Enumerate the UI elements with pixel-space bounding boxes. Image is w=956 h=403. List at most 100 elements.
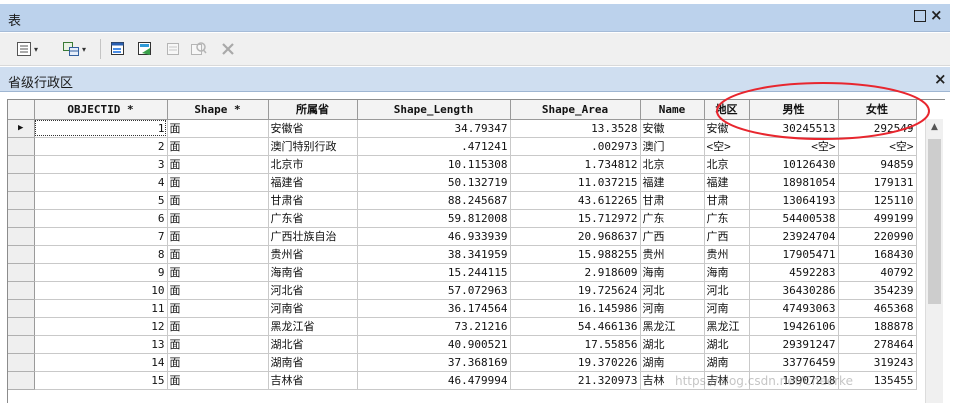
cell-female[interactable]: 319243 <box>838 353 917 372</box>
cell-region[interactable]: 湖南 <box>704 353 750 372</box>
cell-name[interactable]: 河北 <box>640 281 705 300</box>
cell-shape-length[interactable]: 46.479994 <box>357 371 511 390</box>
cell-shape-length[interactable]: 40.900521 <box>357 335 511 354</box>
cell-shape-length[interactable]: 50.132719 <box>357 173 511 192</box>
column-header-shape-area[interactable]: Shape_Area <box>510 100 641 120</box>
cell-male[interactable]: 23924704 <box>749 227 839 246</box>
row-selector[interactable] <box>8 191 35 210</box>
table-row[interactable]: 4 面福建省 50.132719 11.037215 福建 福建 18981054 17913… <box>8 173 917 192</box>
column-header-shape-length[interactable]: Shape_Length <box>357 100 511 120</box>
column-header-female[interactable]: 女性 <box>838 100 917 120</box>
cell-shape-area[interactable]: 17.55856 <box>510 335 641 354</box>
cell-objectid[interactable]: 15 <box>34 371 168 390</box>
cell-shape-length[interactable]: 88.245687 <box>357 191 511 210</box>
cell-male[interactable]: 4592283 <box>749 263 839 282</box>
column-header-region[interactable]: 地区 <box>704 100 750 120</box>
cell-objectid[interactable]: 3 <box>34 155 168 174</box>
cell-objectid[interactable]: 14 <box>34 353 168 372</box>
cell-region[interactable]: 湖北 <box>704 335 750 354</box>
cell-objectid[interactable]: 1 <box>34 119 168 138</box>
cell-province[interactable]: 福建省 <box>268 173 358 192</box>
row-selector[interactable] <box>8 263 35 282</box>
cell-male[interactable]: <空> <box>749 137 839 156</box>
cell-objectid[interactable]: 13 <box>34 335 168 354</box>
delete-selected-button[interactable] <box>218 40 238 58</box>
cell-objectid[interactable]: 8 <box>34 245 168 264</box>
cell-shape[interactable]: 面 <box>167 335 269 354</box>
column-header-male[interactable]: 男性 <box>749 100 839 120</box>
cell-province[interactable]: 河北省 <box>268 281 358 300</box>
cell-shape-length[interactable]: 34.79347 <box>357 119 511 138</box>
row-selector[interactable] <box>8 209 35 228</box>
cell-female[interactable]: 220990 <box>838 227 917 246</box>
cell-male[interactable]: 10126430 <box>749 155 839 174</box>
zoom-to-selected-button[interactable] <box>188 40 210 58</box>
row-selector[interactable] <box>8 335 35 354</box>
table-row[interactable]: 8 面贵州省 38.341959 15.988255 贵州 贵州 17905471 16843… <box>8 245 917 264</box>
cell-shape[interactable]: 面 <box>167 227 269 246</box>
window-close-icon[interactable]: × <box>930 7 943 23</box>
cell-shape-area[interactable]: 20.968637 <box>510 227 641 246</box>
cell-region[interactable]: <空> <box>704 137 750 156</box>
cell-shape-area[interactable]: 11.037215 <box>510 173 641 192</box>
cell-province[interactable]: 澳门特别行政 <box>268 137 358 156</box>
table-row[interactable]: 10 面河北省 57.072963 19.725624 河北 河北 36430286 3542… <box>8 281 917 300</box>
cell-province[interactable]: 海南省 <box>268 263 358 282</box>
cell-shape-area[interactable]: 1.734812 <box>510 155 641 174</box>
table-row[interactable]: 15 面吉林省 46.479994 21.320973 吉林 吉林 13907218 1354… <box>8 371 917 390</box>
related-tables-button[interactable]: ▾ <box>56 40 92 58</box>
scroll-up-icon[interactable]: ▲ <box>926 119 943 136</box>
cell-province[interactable]: 黑龙江省 <box>268 317 358 336</box>
cell-shape-area[interactable]: 19.370226 <box>510 353 641 372</box>
cell-name[interactable]: 安徽 <box>640 119 705 138</box>
row-selector[interactable] <box>8 173 35 192</box>
cell-shape[interactable]: 面 <box>167 119 269 138</box>
table-options-button[interactable]: ▾ <box>10 40 44 58</box>
cell-name[interactable]: 湖南 <box>640 353 705 372</box>
cell-female[interactable]: 278464 <box>838 335 917 354</box>
cell-objectid[interactable]: 11 <box>34 299 168 318</box>
cell-shape-area[interactable]: 2.918609 <box>510 263 641 282</box>
cell-male[interactable]: 33776459 <box>749 353 839 372</box>
vertical-scrollbar[interactable]: ▲ <box>925 119 943 403</box>
cell-province[interactable]: 广西壮族自治 <box>268 227 358 246</box>
cell-region[interactable]: 安徽 <box>704 119 750 138</box>
table-row[interactable]: 13 面湖北省 40.900521 17.55856 湖北 湖北 29391247 27846… <box>8 335 917 354</box>
row-selector-header[interactable] <box>8 100 35 120</box>
cell-region[interactable]: 甘肃 <box>704 191 750 210</box>
cell-region[interactable]: 河南 <box>704 299 750 318</box>
cell-shape-area[interactable]: 15.988255 <box>510 245 641 264</box>
cell-province[interactable]: 吉林省 <box>268 371 358 390</box>
cell-province[interactable]: 广东省 <box>268 209 358 228</box>
cell-shape[interactable]: 面 <box>167 191 269 210</box>
cell-shape-area[interactable]: 54.466136 <box>510 317 641 336</box>
table-row[interactable]: 5 面甘肃省 88.245687 43.612265 甘肃 甘肃 13064193 12511… <box>8 191 917 210</box>
cell-province[interactable]: 北京市 <box>268 155 358 174</box>
cell-shape-length[interactable]: 46.933939 <box>357 227 511 246</box>
row-selector[interactable] <box>8 281 35 300</box>
cell-shape[interactable]: 面 <box>167 245 269 264</box>
cell-male[interactable]: 54400538 <box>749 209 839 228</box>
table-row[interactable]: 7 面广西壮族自治 46.933939 20.968637 广西 广西 23924704 22… <box>8 227 917 246</box>
cell-female[interactable]: <空> <box>838 137 917 156</box>
cell-name[interactable]: 澳门 <box>640 137 705 156</box>
cell-objectid[interactable]: 4 <box>34 173 168 192</box>
cell-objectid[interactable]: 6 <box>34 209 168 228</box>
cell-province[interactable]: 安徽省 <box>268 119 358 138</box>
cell-province[interactable]: 湖北省 <box>268 335 358 354</box>
row-selector[interactable] <box>8 371 35 390</box>
cell-shape-length[interactable]: 37.368169 <box>357 353 511 372</box>
cell-shape[interactable]: 面 <box>167 299 269 318</box>
scroll-thumb[interactable] <box>928 139 941 304</box>
cell-shape-length[interactable]: 36.174564 <box>357 299 511 318</box>
table-row[interactable]: 9 面海南省 15.244115 2.918609 海南 海南 4592283 40792 <box>8 263 917 282</box>
cell-shape-length[interactable]: 59.812008 <box>357 209 511 228</box>
clear-selection-button[interactable] <box>163 40 183 58</box>
cell-female[interactable]: 135455 <box>838 371 917 390</box>
cell-male[interactable]: 13064193 <box>749 191 839 210</box>
cell-objectid[interactable]: 5 <box>34 191 168 210</box>
cell-region[interactable]: 吉林 <box>704 371 750 390</box>
cell-shape[interactable]: 面 <box>167 371 269 390</box>
column-header-objectid[interactable]: OBJECTID * <box>34 100 168 120</box>
cell-region[interactable]: 黑龙江 <box>704 317 750 336</box>
